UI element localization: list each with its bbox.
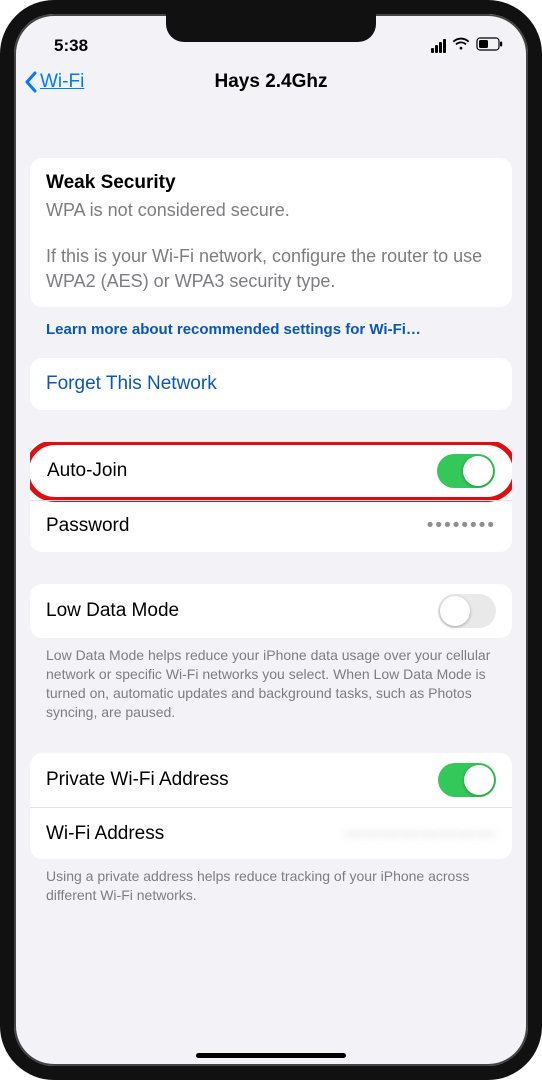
private-address-card: Private Wi-Fi Address Wi-Fi Address ————… (30, 753, 512, 859)
wifi-address-row: Wi-Fi Address ———————— (30, 807, 512, 859)
back-button[interactable]: Wi-Fi (24, 71, 84, 93)
learn-more-link[interactable]: Learn more about recommended settings fo… (30, 307, 512, 344)
auto-join-row: Auto-Join (33, 445, 509, 497)
security-body: If this is your Wi-Fi network, configure… (46, 244, 496, 293)
chevron-left-icon (24, 71, 38, 93)
password-row[interactable]: Password •••••••• (30, 500, 512, 552)
home-indicator[interactable] (196, 1053, 346, 1058)
low-data-label: Low Data Mode (46, 600, 179, 622)
auto-join-label: Auto-Join (47, 460, 127, 482)
status-icons (431, 36, 504, 56)
wifi-icon (452, 36, 470, 56)
password-label: Password (46, 515, 129, 537)
private-wifi-row: Private Wi-Fi Address (30, 753, 512, 807)
back-label: Wi-Fi (40, 71, 84, 93)
battery-icon (476, 36, 504, 56)
password-value: •••••••• (427, 515, 496, 537)
low-data-row: Low Data Mode (30, 584, 512, 638)
nav-bar: Wi-Fi Hays 2.4Ghz (14, 58, 528, 106)
low-data-footer: Low Data Mode helps reduce your iPhone d… (30, 638, 512, 722)
forget-network-button[interactable]: Forget This Network (30, 358, 512, 410)
wifi-address-label: Wi-Fi Address (46, 823, 164, 845)
low-data-toggle[interactable] (438, 594, 496, 628)
security-warning-card: Weak Security WPA is not considered secu… (30, 158, 512, 307)
low-data-card: Low Data Mode (30, 584, 512, 638)
forget-card: Forget This Network (30, 358, 512, 410)
join-settings-card: Auto-Join Password •••••••• (30, 442, 512, 552)
auto-join-toggle[interactable] (437, 454, 495, 488)
auto-join-highlight: Auto-Join (30, 442, 512, 502)
private-wifi-toggle[interactable] (438, 763, 496, 797)
wifi-address-value: ———————— (344, 823, 496, 844)
page-title: Hays 2.4Ghz (14, 71, 528, 93)
security-title: Weak Security (46, 172, 496, 194)
private-wifi-label: Private Wi-Fi Address (46, 769, 229, 791)
status-time: 5:38 (48, 36, 88, 56)
private-footer: Using a private address helps reduce tra… (30, 859, 512, 905)
security-subtitle: WPA is not considered secure. (46, 198, 496, 222)
cellular-icon (431, 39, 446, 53)
forget-label: Forget This Network (46, 373, 217, 395)
